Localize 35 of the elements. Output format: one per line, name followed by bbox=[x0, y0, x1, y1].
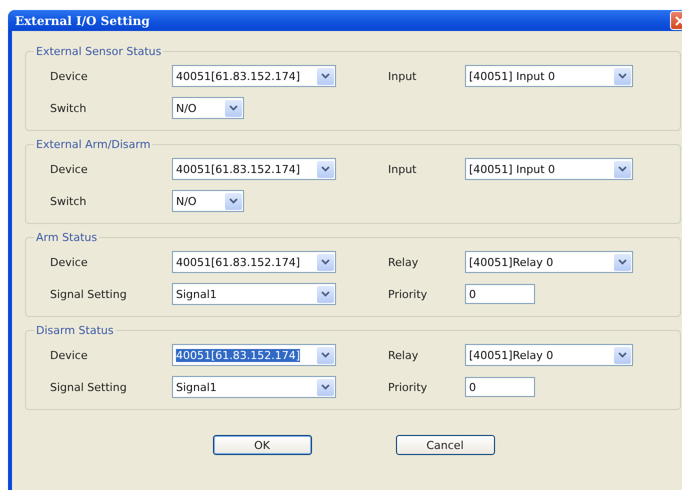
field-label: Relay bbox=[388, 256, 420, 268]
field-label: Device bbox=[50, 70, 89, 82]
dropdown-field[interactable]: [40051]Relay 0 bbox=[465, 251, 633, 273]
field-label: Device bbox=[50, 256, 89, 268]
field-label: Priority bbox=[388, 288, 428, 300]
field-label: Relay bbox=[388, 348, 420, 362]
dropdown-field[interactable]: 40051[61.83.152.174] bbox=[172, 344, 336, 366]
dropdown-field[interactable]: Signal1 bbox=[172, 376, 336, 398]
dropdown-field[interactable]: 40051[61.83.152.174] bbox=[172, 158, 336, 180]
dropdown-field[interactable]: 40051[61.83.152.174] bbox=[172, 251, 336, 273]
priority-field[interactable]: 0 bbox=[465, 284, 535, 304]
field-label: Input bbox=[388, 162, 418, 176]
dropdown-field[interactable]: 40051[61.83.152.174] bbox=[172, 65, 336, 87]
field-label: Input bbox=[388, 70, 418, 82]
field-label: Device bbox=[50, 162, 89, 176]
group-title: Disarm Status bbox=[35, 324, 115, 337]
dropdown-field[interactable]: N/O bbox=[172, 97, 244, 119]
dropdown-field[interactable]: [40051]Relay 0 bbox=[465, 344, 633, 366]
field-label: Device bbox=[50, 348, 89, 362]
cancel-button[interactable]: Cancel bbox=[396, 435, 494, 455]
field-label: Switch bbox=[50, 102, 88, 114]
dropdown-field[interactable]: [40051] Input 0 bbox=[465, 65, 633, 87]
field-label: Priority bbox=[388, 380, 428, 394]
dropdown-field[interactable]: [40051] Input 0 bbox=[465, 158, 633, 180]
ok-button[interactable]: OK bbox=[212, 435, 312, 455]
field-label: Switch bbox=[50, 194, 88, 208]
dropdown-field[interactable]: Signal1 bbox=[172, 283, 336, 305]
priority-field[interactable]: 0 bbox=[465, 377, 535, 397]
dropdown-field[interactable]: N/O bbox=[172, 190, 244, 212]
field-label: Signal Setting bbox=[50, 380, 128, 394]
field-label: Signal Setting bbox=[50, 288, 128, 300]
group-title: External Arm/Disarm bbox=[35, 138, 152, 151]
group-title: External Sensor Status bbox=[35, 45, 162, 58]
window-title: External I/O Setting bbox=[14, 14, 150, 28]
group-title: Arm Status bbox=[35, 231, 98, 244]
